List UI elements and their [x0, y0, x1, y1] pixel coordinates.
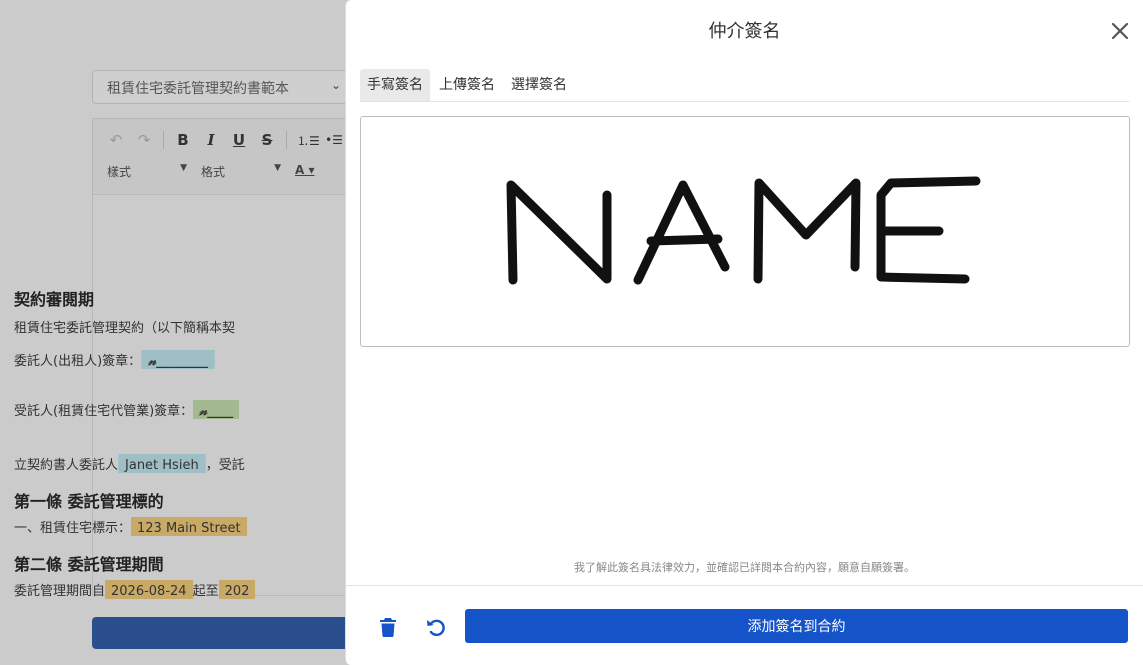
undo-icon[interactable]: ↶ — [107, 131, 125, 149]
underline-icon[interactable]: U — [230, 131, 248, 149]
doc-heading-article1: 第一條 委託管理標的 — [14, 492, 164, 511]
doc-line-period: 委託管理期間自 2026-08-24 起至 202 — [14, 580, 256, 599]
bold-icon[interactable]: B — [174, 131, 192, 149]
handwritten-signature-drawing — [506, 176, 981, 285]
strikethrough-icon[interactable]: S — [258, 131, 276, 149]
toolbar-divider — [163, 131, 164, 149]
style-dropdown[interactable]: 樣式 ▼ — [107, 163, 187, 180]
template-select-value: 租賃住宅委託管理契約書範本 — [107, 81, 289, 97]
bullet-list-icon[interactable]: •☰ — [325, 133, 343, 147]
signature-field-landlord[interactable]: 𝓃________ — [141, 350, 216, 369]
caret-down-icon: ▼ — [180, 163, 187, 173]
undo-icon[interactable] — [424, 615, 448, 639]
signature-field-agent[interactable]: 𝓃____ — [193, 400, 240, 419]
ordered-list-icon[interactable]: ⒈☰ — [297, 132, 320, 149]
signature-tabs: 手寫簽名 上傳簽名 選擇簽名 — [360, 69, 1129, 102]
field-end-date[interactable]: 202 — [218, 580, 256, 599]
tab-choose[interactable]: 選擇簽名 — [504, 69, 574, 101]
editor-toolbar: ↶ ↷ B I U S ⒈☰ •☰ 樣式 ▼ 格式 ▼ A ▾ — [93, 119, 351, 195]
trash-icon[interactable] — [376, 615, 400, 639]
field-address[interactable]: 123 Main Street — [131, 517, 247, 536]
tab-handwritten[interactable]: 手寫簽名 — [360, 69, 430, 101]
format-dropdown-label: 格式 — [201, 165, 226, 179]
modal-footer: 添加簽名到合約 — [346, 585, 1143, 665]
doc-line-landlord-sign: 委託人(出租人)簽章： 𝓃________ — [14, 350, 216, 369]
style-dropdown-label: 樣式 — [107, 165, 132, 179]
doc-heading-article2: 第二條 委託管理期間 — [14, 555, 164, 574]
format-dropdown[interactable]: 格式 ▼ — [201, 163, 281, 180]
caret-down-icon: ▼ — [274, 163, 281, 173]
tab-upload[interactable]: 上傳簽名 — [432, 69, 502, 101]
background-primary-button[interactable] — [92, 617, 352, 649]
redo-icon[interactable]: ↷ — [135, 131, 153, 149]
doc-line: 租賃住宅委託管理契約（以下簡稱本契 — [14, 321, 236, 336]
template-select[interactable]: 租賃住宅委託管理契約書範本 ⌄ — [92, 70, 352, 104]
add-signature-button[interactable]: 添加簽名到合約 — [465, 609, 1128, 643]
close-icon[interactable] — [1109, 20, 1131, 42]
doc-line-agent-sign: 受託人(租賃住宅代管業)簽章： 𝓃____ — [14, 400, 240, 419]
field-landlord-name[interactable]: Janet Hsieh — [118, 454, 206, 473]
doc-heading-review: 契約審閱期 — [14, 290, 95, 309]
toolbar-divider — [286, 131, 287, 149]
text-color-icon[interactable]: A ▾ — [295, 163, 315, 180]
field-start-date[interactable]: 2026-08-24 — [105, 580, 193, 599]
italic-icon[interactable]: I — [202, 131, 220, 149]
doc-line-parties: 立契約書人委託人 Janet Hsieh ，受託 — [14, 454, 245, 473]
signature-modal: 仲介簽名 手寫簽名 上傳簽名 選擇簽名 我了解此簽名具法律效力，並確認已詳閱本合… — [345, 0, 1143, 665]
signature-canvas[interactable] — [360, 116, 1130, 347]
doc-line-address: 一、租賃住宅標示： 123 Main Street — [14, 517, 247, 536]
legal-disclaimer: 我了解此簽名具法律效力，並確認已詳閱本合約內容，願意自願簽署。 — [574, 561, 915, 574]
modal-title: 仲介簽名 — [708, 21, 781, 42]
chevron-down-icon: ⌄ — [330, 78, 341, 92]
